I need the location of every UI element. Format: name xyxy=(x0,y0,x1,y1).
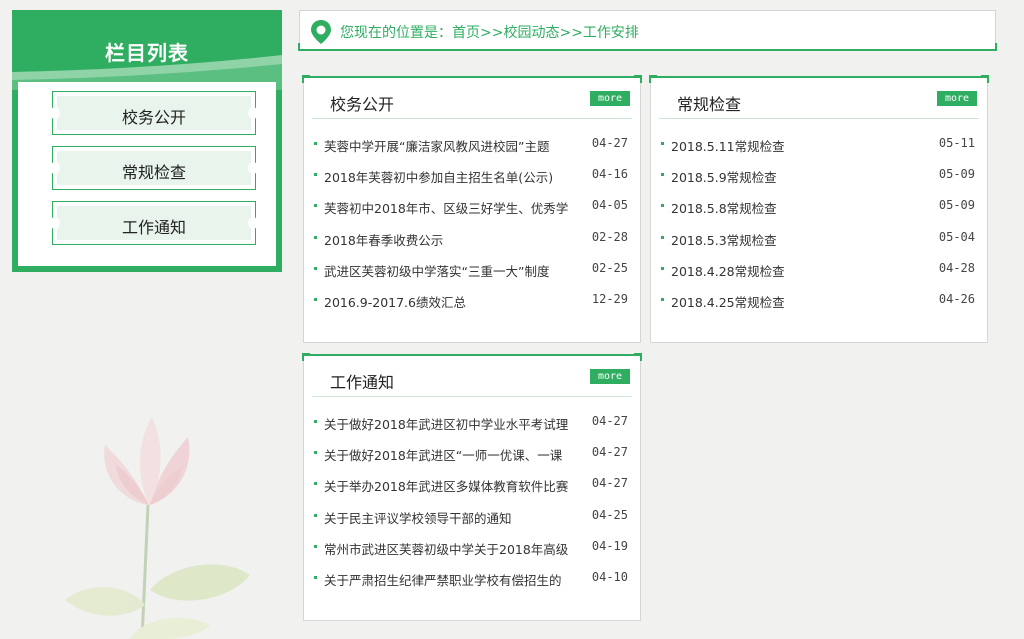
list-item[interactable]: 芙蓉初中2018年市、区级三好学生、优秀学 04-05 xyxy=(312,195,630,226)
breadcrumb-text[interactable]: 您现在的位置是：首页>>校园动态>>工作安排 xyxy=(340,22,639,42)
panel-title: 工作通知 xyxy=(330,373,395,392)
panel-title: 常规检查 xyxy=(677,95,742,114)
more-button[interactable]: more xyxy=(590,369,630,384)
list-item[interactable]: 关于严肃招生纪律严禁职业学校有偿招生的 04-10 xyxy=(312,567,630,598)
list-item[interactable]: 关于做好2018年武进区“一师一优课、一课 04-27 xyxy=(312,442,630,473)
sidebar-item-routine-check[interactable]: 常规检查 xyxy=(50,146,258,190)
list-item[interactable]: 2018.5.8常规检查 05-09 xyxy=(659,195,977,226)
list-item[interactable]: 2018.4.28常规检查 04-28 xyxy=(659,258,977,289)
sidebar-item-label: 常规检查 xyxy=(121,163,186,182)
list-item[interactable]: 2018.5.3常规检查 05-04 xyxy=(659,227,977,258)
sidebar-item-label: 工作通知 xyxy=(121,218,186,237)
sidebar-item-label: 校务公开 xyxy=(121,108,186,127)
more-button[interactable]: more xyxy=(590,91,630,106)
list-item[interactable]: 关于民主评议学校领导干部的通知 04-25 xyxy=(312,505,630,536)
news-list: 关于做好2018年武进区初中学业水平考试理 04-27 关于做好2018年武进区“… xyxy=(312,411,630,598)
lotus-decoration xyxy=(65,417,250,639)
list-item[interactable]: 关于做好2018年武进区初中学业水平考试理 04-27 xyxy=(312,411,630,442)
sidebar: 栏目列表 校务公开 常规检查 工作通知 xyxy=(12,10,282,272)
list-item[interactable]: 2016.9-2017.6绩效汇总 12-29 xyxy=(312,289,630,320)
list-item[interactable]: 芙蓉中学开展“廉洁家风教风进校园”主题 04-27 xyxy=(312,133,630,164)
more-button[interactable]: more xyxy=(937,91,977,106)
panel-campus-affairs: 校务公开 more 芙蓉中学开展“廉洁家风教风进校园”主题 04-27 2018年… xyxy=(302,75,642,343)
list-item[interactable]: 2018.5.9常规检查 05-09 xyxy=(659,164,977,195)
list-item[interactable]: 常州市武进区芙蓉初级中学关于2018年高级 04-19 xyxy=(312,536,630,567)
news-list: 2018.5.11常规检查 05-11 2018.5.9常规检查 05-09 201… xyxy=(659,133,977,320)
news-list: 芙蓉中学开展“廉洁家风教风进校园”主题 04-27 2018年芙蓉初中参加自主招生… xyxy=(312,133,630,320)
panel-routine-check: 常规检查 more 2018.5.11常规检查 05-11 2018.5.9常规检… xyxy=(649,75,989,343)
panel-work-notice: 工作通知 more 关于做好2018年武进区初中学业水平考试理 04-27 关于做… xyxy=(302,353,642,621)
list-item[interactable]: 2018年春季收费公示 02-28 xyxy=(312,227,630,258)
list-item[interactable]: 2018年芙蓉初中参加自主招生名单(公示) 04-16 xyxy=(312,164,630,195)
list-item[interactable]: 关于举办2018年武进区多媒体教育软件比赛 04-27 xyxy=(312,473,630,504)
map-pin-icon xyxy=(311,20,331,44)
list-item[interactable]: 武进区芙蓉初级中学落实“三重一大”制度 02-25 xyxy=(312,258,630,289)
sidebar-item-work-notice[interactable]: 工作通知 xyxy=(50,201,258,245)
sidebar-menu: 校务公开 常规检查 工作通知 xyxy=(18,82,276,266)
sidebar-item-campus-affairs[interactable]: 校务公开 xyxy=(50,91,258,135)
breadcrumb: 您现在的位置是：首页>>校园动态>>工作安排 xyxy=(298,10,997,51)
list-item[interactable]: 2018.5.11常规检查 05-11 xyxy=(659,133,977,164)
sidebar-title: 栏目列表 xyxy=(105,41,189,65)
list-item[interactable]: 2018.4.25常规检查 04-26 xyxy=(659,289,977,320)
panel-title: 校务公开 xyxy=(330,95,395,114)
